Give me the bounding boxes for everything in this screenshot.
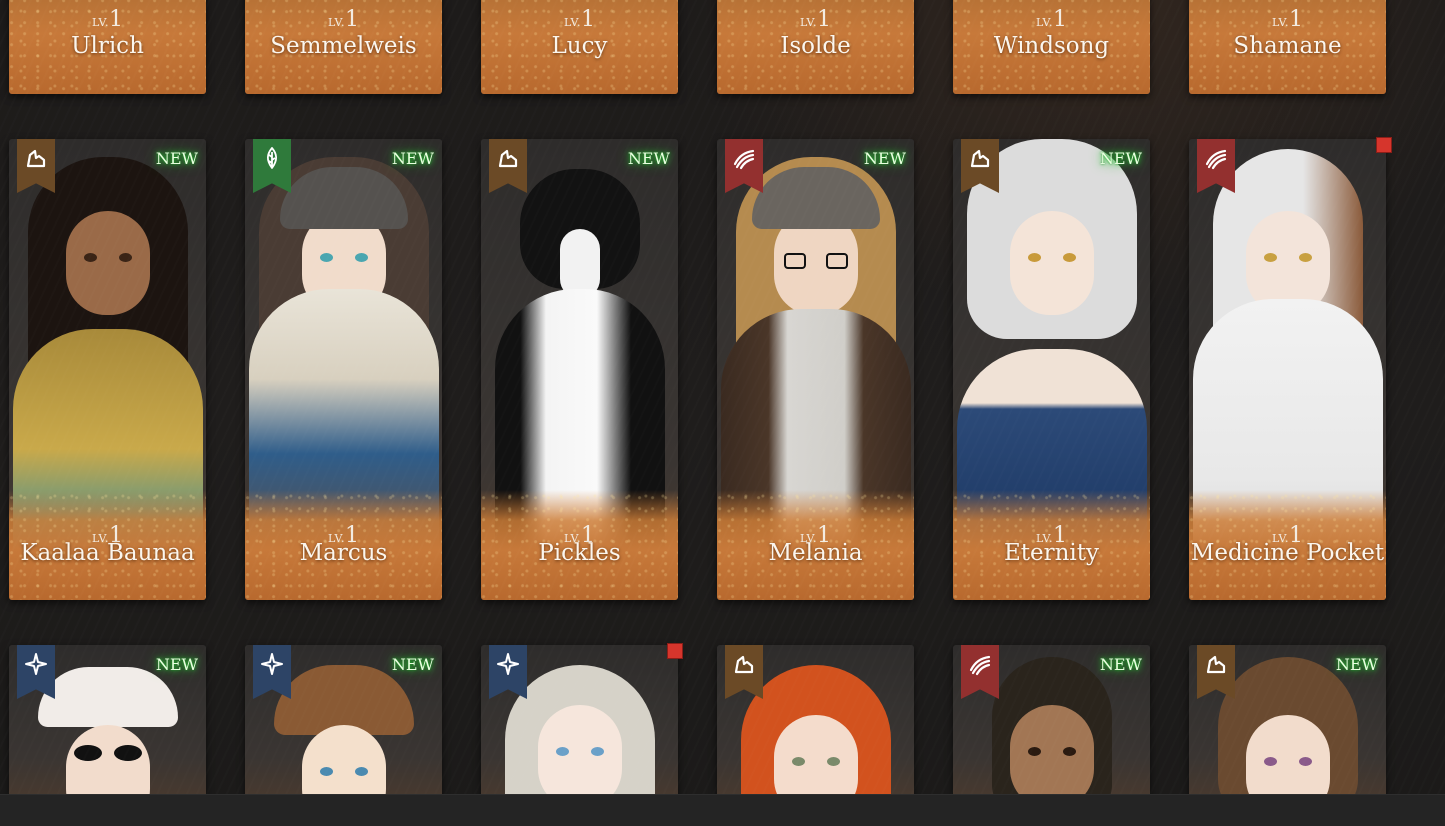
portrait-glasses	[783, 253, 806, 269]
level-display: LV.1	[327, 7, 360, 32]
new-tag: NEW	[155, 655, 198, 674]
character-name: Melania	[768, 540, 863, 566]
portrait-eye	[319, 253, 333, 262]
character-card-eternity[interactable]: LV.1 Eternity NEW	[953, 139, 1150, 600]
character-card-marcus[interactable]: LV.1 Marcus NEW	[245, 139, 442, 600]
character-card-windsong[interactable]: LV.1 Windsong	[953, 0, 1150, 94]
character-roster: LV.1 Ulrich LV.1 Semmelweis LV.1 Lucy LV…	[0, 0, 1445, 826]
portrait-eye	[1263, 757, 1277, 766]
portrait-eye	[1062, 747, 1076, 756]
level-display: LV.1	[1035, 7, 1068, 32]
character-name: Lucy	[551, 33, 608, 59]
character-card-shamane[interactable]: LV.1 Shamane	[1189, 0, 1386, 94]
character-card-melania[interactable]: LV.1 Melania NEW	[717, 139, 914, 600]
level-display: LV.1	[799, 7, 832, 32]
portrait-face	[1245, 715, 1330, 805]
level-display: LV.1	[1271, 7, 1304, 32]
portrait-eye	[555, 747, 569, 756]
notification-dot	[1376, 137, 1392, 153]
new-tag: NEW	[155, 149, 198, 168]
character-name: Isolde	[780, 33, 851, 59]
character-card-semmelweis[interactable]: LV.1 Semmelweis	[245, 0, 442, 94]
new-tag: NEW	[1099, 655, 1142, 674]
portrait-eye	[826, 757, 840, 766]
portrait-face	[1009, 211, 1094, 315]
portrait-sunglasses	[73, 745, 102, 761]
claw-icon	[969, 655, 991, 676]
portrait-face	[65, 725, 150, 805]
bottom-bar	[0, 794, 1445, 826]
star-icon	[497, 653, 519, 675]
character-card-medicine-pocket[interactable]: LV.1 Medicine Pocket	[1189, 139, 1386, 600]
character-name: Shamane	[1233, 33, 1342, 59]
new-tag: NEW	[1335, 655, 1378, 674]
character-card-lucy[interactable]: LV.1 Lucy	[481, 0, 678, 94]
claw-icon	[733, 149, 755, 170]
portrait-face	[65, 211, 150, 315]
portrait-eye	[590, 747, 604, 756]
portrait-eye	[354, 253, 368, 262]
crystal-icon	[498, 149, 518, 168]
level-display: LV.1	[91, 7, 124, 32]
claw-icon	[1205, 149, 1227, 170]
new-tag: NEW	[391, 149, 434, 168]
character-card-row3-3[interactable]	[481, 645, 678, 805]
portrait-eye	[118, 253, 132, 262]
character-card-row3-2[interactable]: NEW	[245, 645, 442, 805]
crystal-icon	[26, 149, 46, 168]
new-tag: NEW	[391, 655, 434, 674]
portrait-face	[1009, 705, 1094, 805]
portrait-eye	[354, 767, 368, 776]
star-icon	[261, 653, 283, 675]
character-name: Eternity	[1003, 540, 1100, 566]
character-card-ulrich[interactable]: LV.1 Ulrich	[9, 0, 206, 94]
portrait-face	[773, 715, 858, 805]
portrait-hat	[37, 667, 178, 727]
notification-dot	[667, 643, 683, 659]
portrait-eye	[1027, 747, 1041, 756]
portrait-eye	[1027, 253, 1041, 262]
character-name: Kaalaa Baunaa	[20, 540, 195, 566]
character-card-pickles[interactable]: LV.1 Pickles NEW	[481, 139, 678, 600]
portrait-eye	[791, 757, 805, 766]
level-display: LV.1	[563, 7, 596, 32]
portrait-eye	[1298, 253, 1312, 262]
portrait-eye	[319, 767, 333, 776]
portrait-sunglasses	[113, 745, 142, 761]
character-name: Semmelweis	[270, 33, 417, 59]
new-tag: NEW	[863, 149, 906, 168]
new-tag: NEW	[627, 149, 670, 168]
portrait-face	[301, 725, 386, 805]
character-card-row3-6[interactable]: NEW	[1189, 645, 1386, 805]
character-name: Windsong	[993, 33, 1110, 59]
crystal-icon	[970, 149, 990, 168]
portrait-eye	[1062, 253, 1076, 262]
character-card-kaalaa-baunaa[interactable]: LV.1 Kaalaa Baunaa NEW	[9, 139, 206, 600]
portrait-face	[537, 705, 622, 805]
character-name: Medicine Pocket	[1190, 540, 1385, 566]
character-card-row3-1[interactable]: NEW	[9, 645, 206, 805]
crystal-icon	[734, 655, 754, 674]
portrait-eye	[1263, 253, 1277, 262]
character-name: Pickles	[538, 540, 621, 566]
portrait-eye	[83, 253, 97, 262]
star-icon	[25, 653, 47, 675]
character-name: Ulrich	[71, 33, 144, 59]
portrait-eye	[1298, 757, 1312, 766]
leaf-icon	[266, 147, 278, 169]
character-card-isolde[interactable]: LV.1 Isolde	[717, 0, 914, 94]
character-name: Marcus	[299, 540, 388, 566]
new-tag: NEW	[1099, 149, 1142, 168]
portrait-glasses	[825, 253, 848, 269]
character-card-row3-4[interactable]	[717, 645, 914, 805]
character-card-row3-5[interactable]: NEW	[953, 645, 1150, 805]
crystal-icon	[1206, 655, 1226, 674]
